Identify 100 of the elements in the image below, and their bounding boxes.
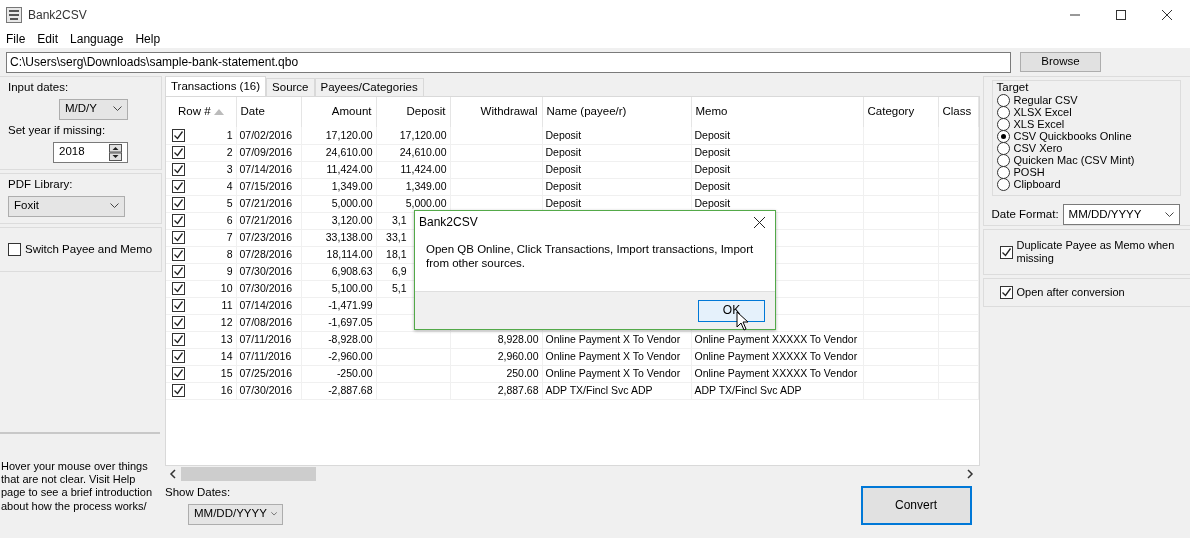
column-header[interactable]: Deposit [376,97,450,127]
table-cell: ADP TX/Fincl Svc ADP [545,384,653,397]
radio-button[interactable] [996,106,1010,120]
table-cell: Online Payment XXXXX To Vendor [694,367,858,380]
maximize-icon[interactable] [1116,10,1126,20]
convert-button[interactable]: Convert [860,486,972,525]
checkbox[interactable] [172,384,185,397]
tab[interactable]: Transactions (16) [165,76,267,96]
radio-button[interactable] [996,178,1010,192]
checkbox-label: Open after conversion [1016,285,1125,300]
checkbox[interactable] [172,197,185,210]
table-cell: 07/25/2016 [239,367,293,380]
close-icon[interactable] [1162,10,1172,20]
date-format-dropdown[interactable]: MM/DD/YYYY [1062,204,1180,225]
radio-button[interactable] [996,94,1010,108]
column-header[interactable]: Class [938,97,978,127]
table-cell: 6,9 [391,265,407,278]
menu-item[interactable]: Help [129,31,167,47]
scrollbar-thumb[interactable] [181,467,316,481]
radio-button[interactable] [996,118,1010,132]
menu-item[interactable]: File [0,31,32,47]
checkbox[interactable] [172,282,185,295]
table-cell: 07/14/2016 [239,163,293,176]
checkbox[interactable] [172,128,185,142]
column-header[interactable]: Name (payee/r) [542,97,691,127]
table-cell: 6 [226,214,233,227]
table-cell: Deposit [545,146,582,159]
field-label: Set year if missing: [8,123,107,138]
table-cell: 24,610.00 [325,146,373,159]
help-text: Hover your mouse over things that are not clear. Visit Help page to see a brief introduction about how the process works/ [0,459,154,513]
tab[interactable]: Payees/Categories [314,78,424,96]
field-label: Input dates: [8,81,70,95]
table-cell: 13 [220,333,233,346]
menu-item[interactable]: Edit [31,31,65,47]
table-cell: Deposit [694,197,731,210]
checkbox[interactable] [999,286,1013,299]
table-cell: 24,610.00 [399,146,447,159]
table-cell: 10 [220,282,233,295]
checkbox-label: Duplicate Payee as Memo when missing [1016,238,1176,266]
checkbox[interactable] [172,146,185,159]
checkbox[interactable] [172,163,185,176]
table-cell: 17,120.00 [325,128,373,141]
chevron-icon [270,511,277,518]
table-cell: Deposit [545,163,582,176]
radio-label: Quicken Mac (CSV Mint) [1013,154,1135,168]
radio-label: POSH [1013,166,1045,180]
column-header[interactable]: Amount [301,97,376,127]
table-cell: -250.00 [336,367,373,380]
chevron-icon [113,106,122,113]
scroll-left-icon[interactable] [169,469,177,479]
column-header[interactable]: Withdrawal [450,97,542,127]
column-header[interactable]: Memo [691,97,863,127]
table-cell: 4 [226,180,233,193]
table-cell: 5,000.00 [405,197,447,210]
file-path-field[interactable]: C:\Users\serg\Downloads\sample-bank-statement.qbo [6,51,1011,73]
menu-item[interactable]: Language [64,31,130,47]
spin-arrows-icon[interactable] [109,143,122,161]
checkbox[interactable] [172,350,185,363]
pdf-library-dropdown[interactable]: Foxit [8,195,125,217]
radio-button[interactable] [996,166,1010,180]
radio-button[interactable] [996,130,1010,144]
table-cell: 2 [226,146,233,159]
checkbox[interactable] [172,231,185,244]
checkbox[interactable] [172,316,185,329]
checkbox[interactable] [172,299,185,312]
table-cell: 07/08/2016 [239,316,293,329]
browse-button[interactable]: Browse [1020,52,1101,72]
close-icon[interactable] [754,216,765,228]
checkbox[interactable] [172,214,185,227]
table-cell: 11,424.00 [400,163,447,176]
column-header[interactable]: Row # [166,97,236,127]
show-dates-dropdown[interactable]: MM/DD/YYYY [188,503,283,525]
ok-button[interactable]: OK [698,299,765,322]
radio-button[interactable] [996,142,1010,156]
table-cell: 11 [221,299,233,312]
chevron-icon [1164,211,1174,218]
table-cell: 3,1 [391,214,407,227]
table-cell: 33,138.00 [325,231,373,244]
checkbox[interactable] [172,180,185,193]
checkbox[interactable] [172,367,185,380]
checkbox[interactable] [8,243,21,256]
column-header[interactable]: Category [863,97,938,127]
checkbox[interactable] [172,248,185,261]
radio-button[interactable] [996,154,1010,168]
scroll-right-icon[interactable] [965,469,974,479]
date-order-dropdown[interactable]: M/D/Y [59,98,128,120]
checkbox[interactable] [999,245,1013,259]
table-cell: 18,1 [386,248,407,261]
table-cell: 14 [220,350,233,363]
tab[interactable]: Source [266,78,315,96]
window-title: Bank2CSV [28,7,87,23]
field-label: Date Format: [991,207,1059,222]
radio-label: Clipboard [1013,178,1061,192]
table-cell: 3 [226,163,233,176]
checkbox[interactable] [172,333,185,346]
year-spin-field[interactable]: 2018 [53,141,128,163]
checkbox[interactable] [172,265,185,278]
column-header[interactable]: Date [236,97,301,127]
table-cell: 5 [226,197,233,210]
table-cell: 07/02/2016 [239,128,293,141]
